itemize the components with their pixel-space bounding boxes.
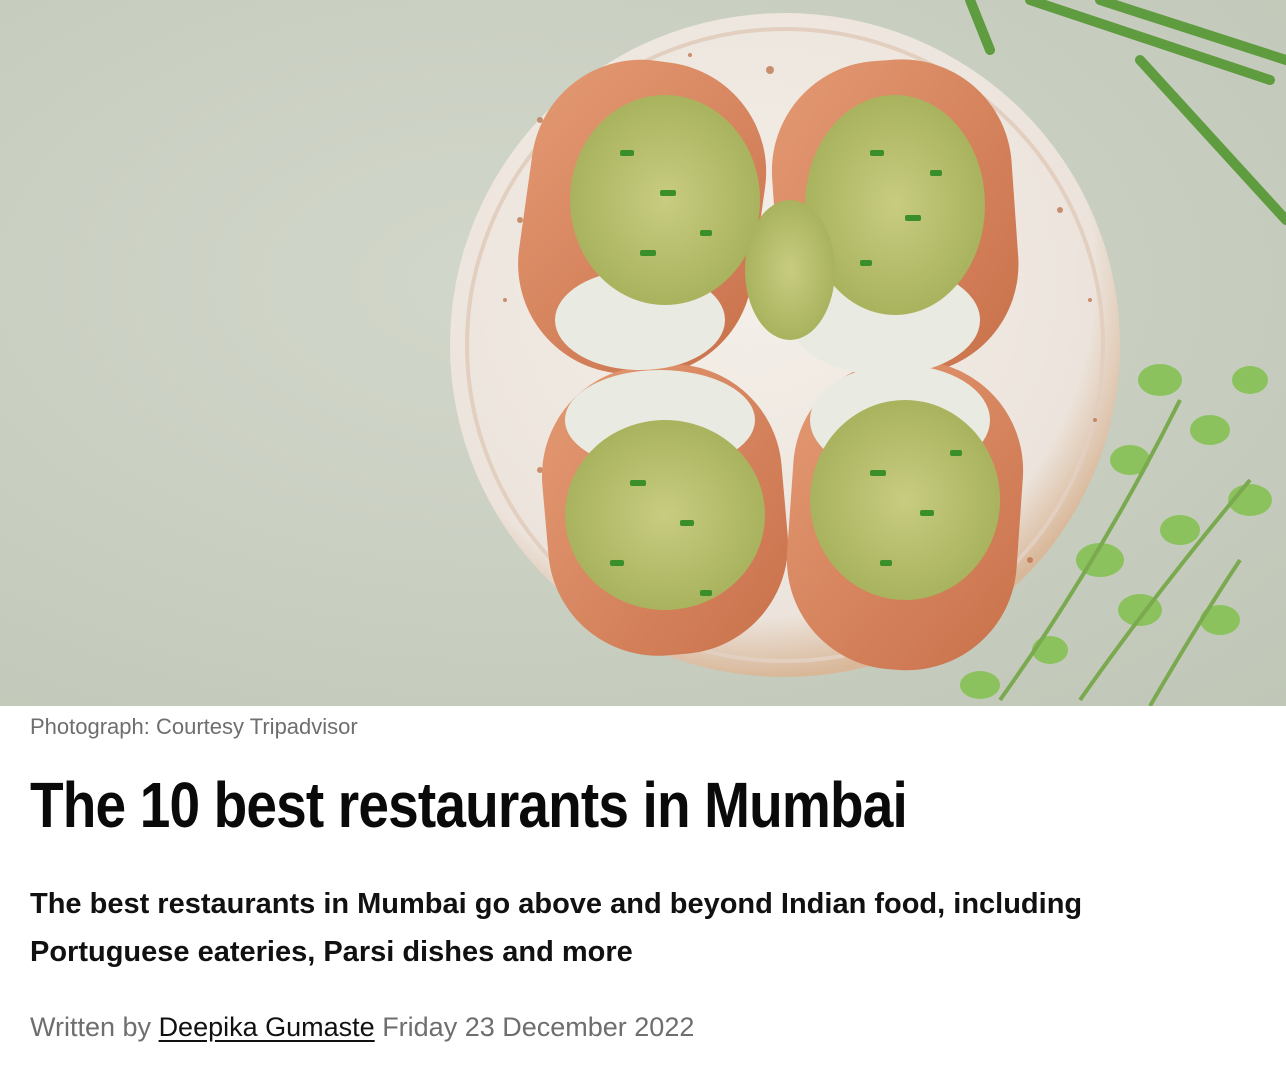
article-standfirst: The best restaurants in Mumbai go above … xyxy=(30,888,1083,968)
byline-prefix: Written by xyxy=(30,1012,152,1042)
byline: Written by Deepika Gumaste Friday 23 Dec… xyxy=(30,1012,694,1043)
article-title: The 10 best restaurants in Mumbai xyxy=(30,769,908,841)
hero-image xyxy=(0,0,1286,706)
publish-date: Friday 23 December 2022 xyxy=(382,1012,695,1042)
photo-caption: Photograph: Courtesy Tripadvisor xyxy=(30,714,358,739)
food-photo xyxy=(0,0,1286,706)
author-link[interactable]: Deepika Gumaste xyxy=(159,1012,375,1042)
